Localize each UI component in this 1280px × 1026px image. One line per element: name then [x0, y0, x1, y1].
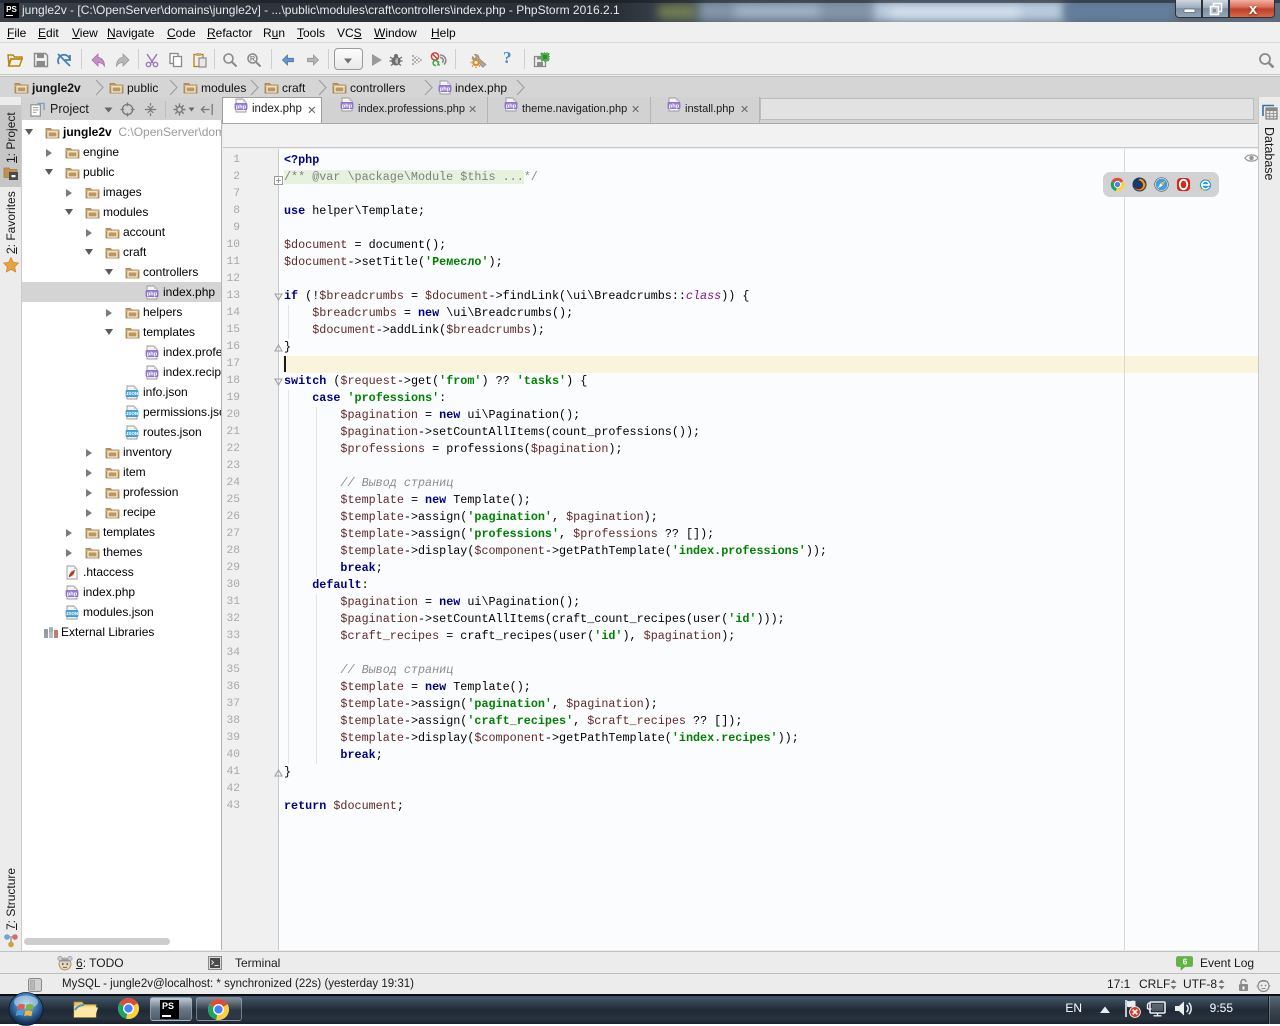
- svg-text:JSON: JSON: [126, 391, 139, 396]
- svg-text:php: php: [236, 104, 247, 110]
- svg-text:JSON: JSON: [66, 611, 79, 616]
- svg-text:php: php: [440, 86, 451, 92]
- svg-text:x: x: [1249, 1, 1258, 18]
- svg-text:php: php: [67, 591, 78, 597]
- svg-text:php: php: [147, 351, 158, 357]
- svg-text:php: php: [669, 103, 680, 109]
- svg-text:php: php: [342, 103, 353, 109]
- svg-text:R: R: [250, 56, 255, 63]
- svg-text:php: php: [147, 371, 158, 377]
- svg-text:php: php: [147, 291, 158, 297]
- svg-text:JSON: JSON: [126, 431, 139, 436]
- svg-text:JSON: JSON: [126, 411, 139, 416]
- svg-text:6: 6: [1183, 957, 1188, 967]
- svg-text:php: php: [506, 103, 517, 109]
